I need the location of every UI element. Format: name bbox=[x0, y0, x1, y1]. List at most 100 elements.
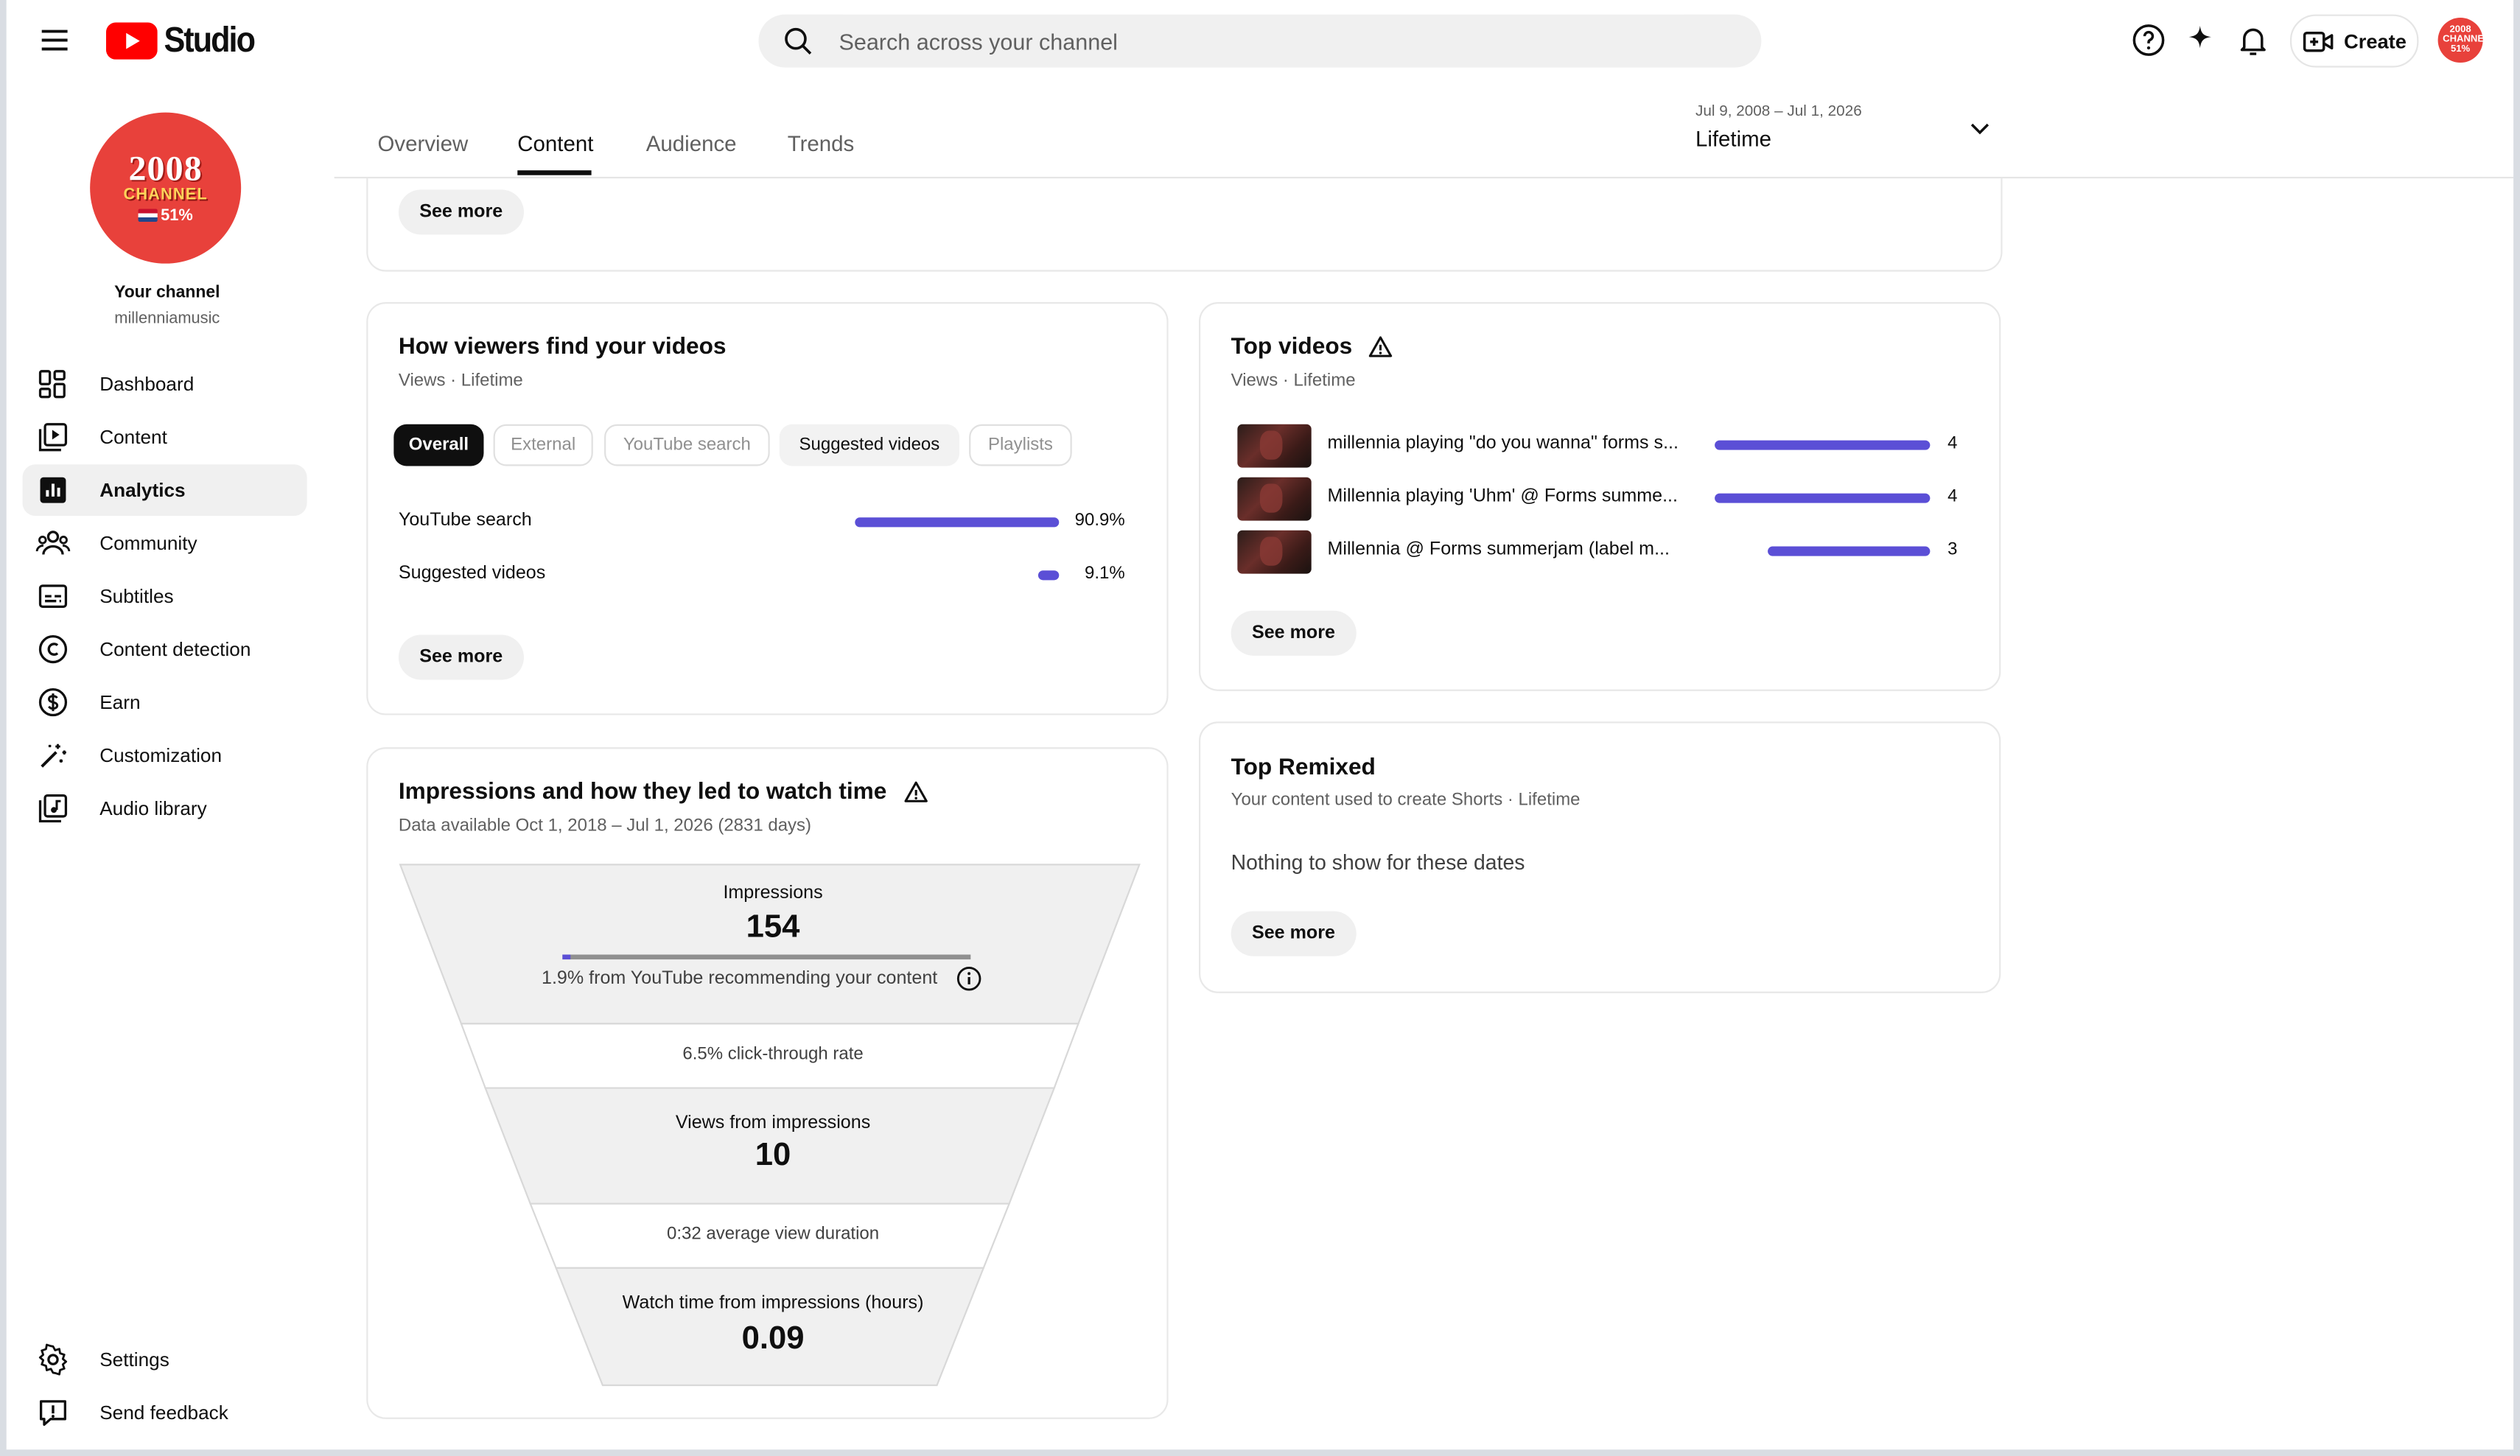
tab-trends[interactable]: Trends bbox=[788, 132, 855, 156]
search-icon bbox=[785, 27, 812, 54]
chip-overall[interactable]: Overall bbox=[393, 424, 484, 466]
video-thumbnail[interactable] bbox=[1237, 477, 1312, 521]
sidebar-item-label: Dashboard bbox=[99, 372, 195, 396]
sidebar-item-label: Settings bbox=[99, 1348, 169, 1371]
ctr-text: 6.5% click-through rate bbox=[682, 1044, 864, 1064]
hamburger-menu-icon[interactable] bbox=[35, 21, 74, 59]
account-avatar[interactable]: 2008 CHANNEL 51% bbox=[2437, 17, 2491, 63]
traffic-card-subtitle: Views · Lifetime bbox=[398, 371, 523, 391]
create-label: Create bbox=[2344, 29, 2407, 52]
watch-time-value: 0.09 bbox=[741, 1320, 805, 1357]
sidebar-item-subtitles[interactable]: Subtitles bbox=[23, 570, 307, 622]
top-videos-title: Top videos bbox=[1231, 335, 1394, 360]
impressions-label: Impressions bbox=[723, 883, 823, 903]
studio-window: Studio Create 2008 CHANNEL 51% 2008 CHAN… bbox=[6, 0, 2514, 1450]
sidebar-item-audio-library[interactable]: Audio library bbox=[23, 783, 307, 834]
sidebar-item-label: Community bbox=[99, 531, 197, 555]
sidebar-item-send-feedback[interactable]: Send feedback bbox=[23, 1387, 307, 1438]
avd-text: 0:32 average view duration bbox=[667, 1224, 880, 1245]
impressions-subtitle: Data available Oct 1, 2018 – Jul 1, 2026… bbox=[398, 816, 812, 836]
see-more-button[interactable]: See more bbox=[1231, 610, 1357, 656]
tab-overview[interactable]: Overview bbox=[378, 132, 469, 156]
chip-external[interactable]: External bbox=[493, 424, 593, 466]
studio-logo[interactable]: Studio bbox=[105, 19, 265, 61]
channel-handle: millenniamusic bbox=[114, 309, 220, 328]
views-value: 10 bbox=[755, 1138, 791, 1174]
avatar-channel-text: CHANNEL bbox=[123, 185, 208, 203]
avatar-percent: 51% bbox=[138, 205, 193, 225]
video-views-value: 4 bbox=[1947, 486, 1958, 507]
chevron-down-icon[interactable] bbox=[1967, 116, 1993, 141]
watch-time-label: Watch time from impressions (hours) bbox=[622, 1293, 924, 1313]
video-title[interactable]: millennia playing "do you wanna" forms s… bbox=[1328, 434, 1681, 453]
see-more-button[interactable]: See more bbox=[1231, 911, 1357, 956]
content-icon bbox=[35, 419, 71, 455]
chip-playlists[interactable]: Playlists bbox=[969, 424, 1072, 466]
info-icon[interactable] bbox=[956, 966, 982, 992]
gear-icon bbox=[35, 1342, 71, 1377]
top-remixed-subtitle: Your content used to create Shorts · Lif… bbox=[1231, 791, 1581, 811]
sidebar-item-label: Audio library bbox=[99, 797, 207, 820]
traffic-row-bar bbox=[855, 517, 1060, 528]
sidebar-item-settings[interactable]: Settings bbox=[23, 1334, 307, 1385]
sidebar-item-content[interactable]: Content bbox=[23, 411, 307, 463]
chip-suggested-videos[interactable]: Suggested videos bbox=[779, 424, 960, 466]
sidebar-item-label: Subtitles bbox=[99, 584, 174, 608]
traffic-row-label: YouTube search bbox=[398, 511, 532, 531]
video-views-value: 4 bbox=[1947, 433, 1958, 454]
recommend-fill bbox=[562, 954, 570, 960]
sidebar-item-label: Content detection bbox=[99, 637, 251, 661]
account-avatar-text: 2008 CHANNEL 51% bbox=[2443, 25, 2491, 55]
sidebar-item-analytics[interactable]: Analytics bbox=[22, 464, 307, 517]
sidebar-item-customization[interactable]: Customization bbox=[23, 729, 307, 781]
top-videos-title-text: Top videos bbox=[1231, 334, 1353, 360]
warning-icon[interactable] bbox=[903, 780, 928, 805]
top-videos-subtitle: Views · Lifetime bbox=[1231, 371, 1356, 391]
traffic-row-label: Suggested videos bbox=[398, 564, 546, 584]
help-icon[interactable] bbox=[2129, 21, 2168, 59]
logo-text: Studio bbox=[164, 19, 256, 60]
search-bar[interactable] bbox=[758, 14, 1762, 68]
chip-youtube-search[interactable]: YouTube search bbox=[604, 424, 770, 466]
video-title[interactable]: Millennia playing 'Uhm' @ Forms summe... bbox=[1328, 487, 1681, 506]
sparkle-icon[interactable] bbox=[2181, 21, 2219, 59]
sidebar-item-label: Customization bbox=[99, 743, 223, 767]
sidebar-item-label: Earn bbox=[99, 690, 141, 714]
impressions-title: Impressions and how they led to watch ti… bbox=[399, 780, 928, 805]
notifications-bell-icon[interactable] bbox=[2234, 21, 2272, 59]
community-icon bbox=[35, 525, 71, 561]
sidebar-item-dashboard[interactable]: Dashboard bbox=[23, 358, 307, 410]
date-range-label[interactable]: Lifetime bbox=[1695, 127, 1771, 151]
traffic-card-title: How viewers find your videos bbox=[399, 335, 727, 360]
top-remixed-title: Top Remixed bbox=[1231, 755, 1376, 781]
see-more-button[interactable]: See more bbox=[398, 189, 524, 235]
recommend-track bbox=[562, 954, 971, 960]
date-range-text[interactable]: Jul 9, 2008 – Jul 1, 2026 bbox=[1695, 103, 1862, 121]
avatar-year: 2008 bbox=[128, 147, 203, 188]
search-input[interactable] bbox=[836, 26, 1678, 56]
video-thumbnail[interactable] bbox=[1237, 424, 1312, 468]
flag-icon bbox=[138, 209, 158, 222]
sidebar-item-content-detection[interactable]: Content detection bbox=[23, 623, 307, 675]
video-title[interactable]: Millennia @ Forms summerjam (label m... bbox=[1328, 540, 1681, 559]
video-views-value: 3 bbox=[1947, 539, 1958, 559]
traffic-row-value: 90.9% bbox=[1074, 511, 1125, 531]
traffic-row-bar bbox=[1037, 570, 1060, 581]
traffic-card-title-text: How viewers find your videos bbox=[398, 334, 727, 360]
subtitles-icon bbox=[35, 578, 71, 614]
sidebar-item-label: Send feedback bbox=[99, 1401, 228, 1424]
views-label: Views from impressions bbox=[675, 1113, 871, 1133]
analytics-tabs-bar: Overview Content Audience Trends bbox=[334, 80, 2514, 179]
tab-audience[interactable]: Audience bbox=[646, 132, 737, 156]
magic-wand-icon bbox=[35, 738, 71, 773]
audio-library-icon bbox=[35, 791, 71, 826]
video-camera-add-icon bbox=[2302, 30, 2333, 52]
video-thumbnail[interactable] bbox=[1237, 530, 1312, 574]
channel-avatar[interactable]: 2008 CHANNEL 51% bbox=[90, 112, 242, 264]
tab-content[interactable]: Content bbox=[517, 132, 593, 156]
sidebar-item-earn[interactable]: Earn bbox=[23, 676, 307, 728]
create-button[interactable]: Create bbox=[2289, 14, 2419, 68]
see-more-button[interactable]: See more bbox=[398, 634, 524, 680]
warning-icon[interactable] bbox=[1368, 335, 1394, 360]
sidebar-item-community[interactable]: Community bbox=[23, 517, 307, 569]
